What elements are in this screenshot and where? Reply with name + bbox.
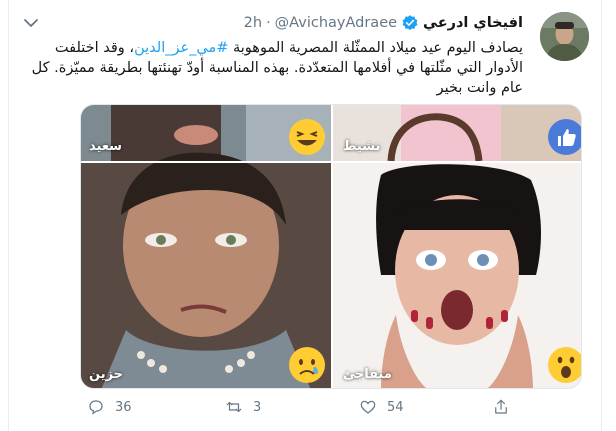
- tweet-header: افيخاي ادرعي @AvichayAdraee · 2h: [244, 12, 523, 34]
- media-image[interactable]: سعيد نشيط حزين متفاجئ: [80, 104, 582, 389]
- tweet-text: يصادف اليوم عيد ميلاد الممثّلة المصرية ا…: [23, 38, 523, 98]
- separator-dot: ·: [266, 15, 271, 31]
- retweet-icon: [226, 401, 242, 413]
- label-surprised: متفاجئ: [343, 367, 392, 382]
- retweet-count: 3: [253, 399, 262, 415]
- retweet-button[interactable]: 3: [225, 398, 261, 416]
- tweet-card[interactable]: افيخاي ادرعي @AvichayAdraee · 2h يصادف ا…: [8, 0, 602, 431]
- like-button[interactable]: 54: [359, 398, 404, 416]
- avatar-image: [540, 12, 589, 61]
- laughing-emoji-icon: [289, 119, 325, 155]
- avatar[interactable]: [540, 12, 589, 61]
- reply-button[interactable]: 36: [87, 398, 132, 416]
- author-handle[interactable]: @AvichayAdraee: [275, 15, 397, 31]
- like-thumbs-up-icon: [548, 119, 581, 155]
- share-icon: [495, 399, 507, 414]
- reply-icon: [89, 400, 103, 415]
- like-count: 54: [387, 399, 404, 415]
- sad-emoji-icon: [289, 347, 325, 383]
- hashtag-link[interactable]: #مي_عز_الدين: [134, 40, 228, 56]
- tweet-text-start: يصادف اليوم عيد ميلاد الممثّلة المصرية ا…: [228, 40, 523, 56]
- chevron-down-icon[interactable]: [23, 16, 39, 30]
- media-collage: [81, 105, 581, 388]
- share-button[interactable]: [492, 398, 510, 416]
- label-sad: حزين: [89, 367, 124, 382]
- author-name[interactable]: افيخاي ادرعي: [423, 15, 523, 31]
- tweet-actions: 36 3 54: [87, 398, 527, 420]
- reply-count: 36: [115, 399, 132, 415]
- surprised-emoji-icon: [548, 347, 581, 383]
- tweet-timestamp[interactable]: 2h: [244, 15, 262, 31]
- label-happy: سعيد: [89, 139, 122, 154]
- label-active: نشيط: [343, 139, 381, 154]
- verified-badge-icon: [402, 15, 418, 31]
- heart-icon: [360, 400, 376, 414]
